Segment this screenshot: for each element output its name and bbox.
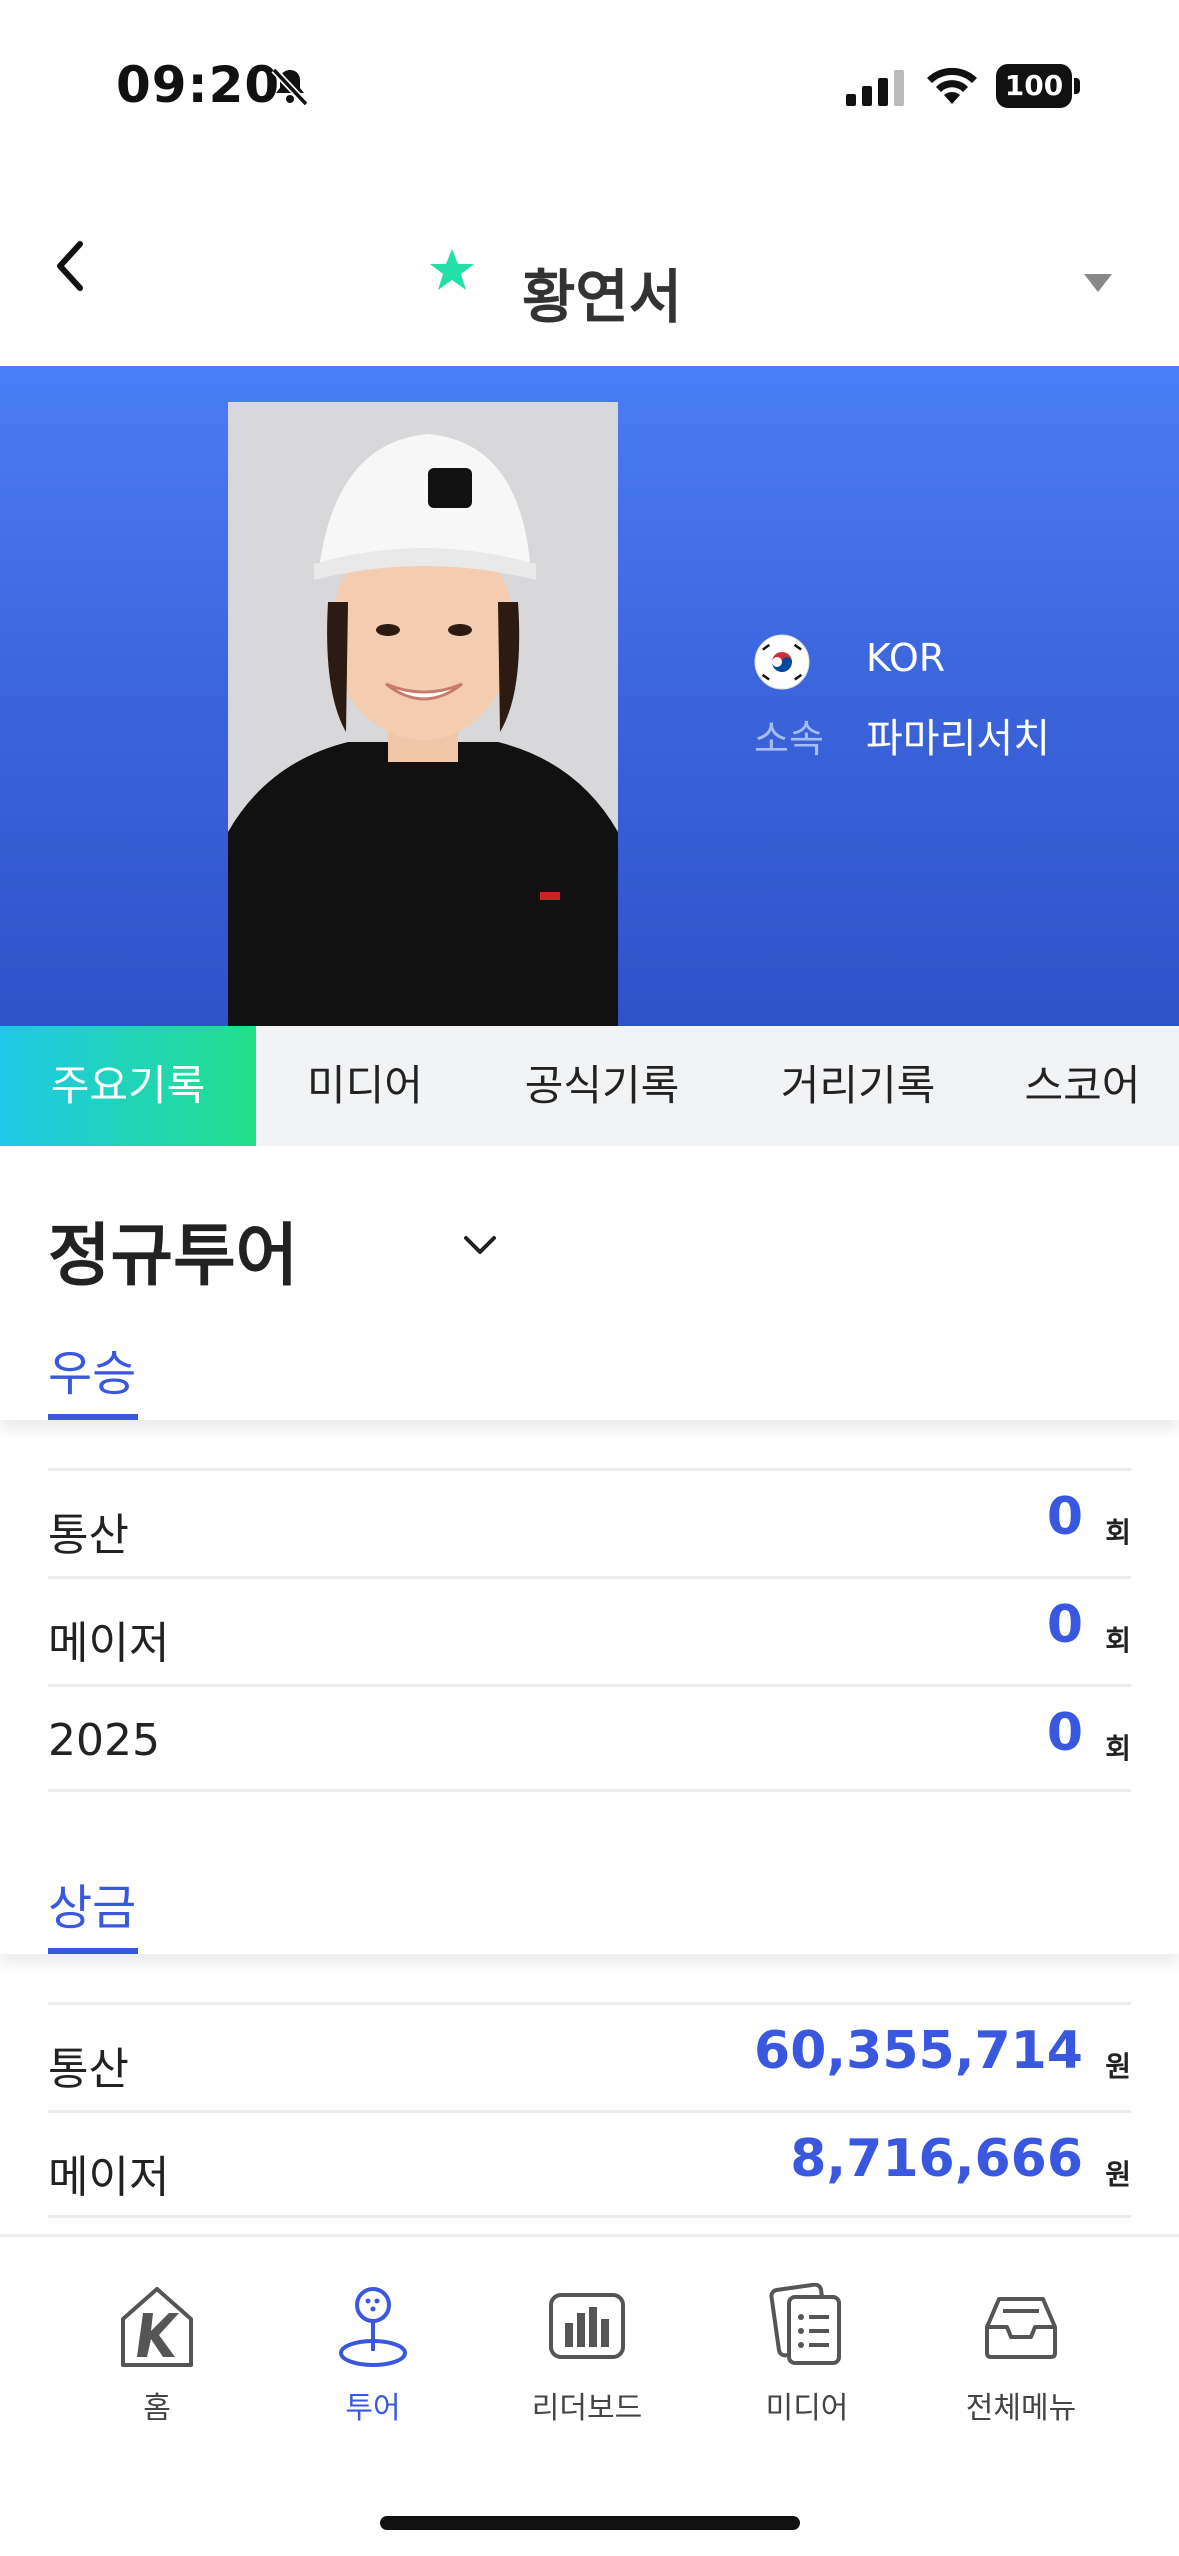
stat-label: 통산 (48, 2044, 129, 2095)
battery-level: 100 (996, 64, 1072, 108)
document-icon (769, 2283, 841, 2365)
stat-unit: 회 (1105, 1516, 1131, 1549)
tab-media[interactable]: 미디어 (256, 1026, 474, 1146)
stat-value: 0 (1046, 1595, 1083, 1655)
stat-unit: 원 (1105, 2158, 1131, 2191)
nav-label: 리더보드 (531, 2391, 643, 2426)
wins-row-major: 메이저 0 회 (48, 1576, 1131, 1684)
player-country: KOR (866, 636, 946, 680)
tour-select[interactable]: 정규투어 (48, 1200, 298, 1299)
status-bar: 09:20 100 (0, 0, 1179, 180)
tab-main-records[interactable]: 주요기록 (0, 1026, 256, 1146)
stat-value: 0 (1046, 1487, 1083, 1547)
chevron-down-icon[interactable] (462, 1234, 498, 1258)
player-name[interactable]: 황연서 (522, 250, 682, 334)
player-hero: KOR 소속 파마리서치 (0, 366, 1179, 1026)
golf-tee-icon (339, 2287, 407, 2367)
nav-tour[interactable]: 투어 (278, 2283, 468, 2433)
nav-label: 홈 (143, 2391, 171, 2426)
prize-row-career: 통산 60,355,714 원 (48, 2002, 1131, 2110)
tab-official-records[interactable]: 공식기록 (474, 1026, 730, 1146)
bell-muted-icon (271, 67, 309, 107)
stat-unit: 회 (1105, 1732, 1131, 1765)
affiliation-label: 소속 (754, 717, 824, 761)
tab-distance-records[interactable]: 거리기록 (730, 1026, 986, 1146)
nav-leaderboard[interactable]: 리더보드 (492, 2283, 682, 2433)
caret-down-icon[interactable] (1084, 274, 1112, 292)
stat-value: 60,355,714 (754, 2021, 1083, 2081)
wins-underline (48, 1414, 138, 1420)
home-icon (121, 2287, 193, 2367)
stat-value: 8,716,666 (790, 2129, 1083, 2189)
affiliation-value: 파마리서치 (866, 716, 1050, 762)
nav-media[interactable]: 미디어 (712, 2283, 902, 2433)
back-chevron-icon[interactable] (48, 236, 92, 296)
favorite-star-icon[interactable] (428, 246, 476, 294)
nav-label: 전체메뉴 (965, 2391, 1077, 2426)
player-photo-illustration (228, 402, 618, 1026)
battery-tip (1074, 78, 1080, 94)
stat-label: 메이저 (48, 1618, 170, 1669)
profile-tabs: 주요기록 미디어 공식기록 거리기록 스코어 (0, 1026, 1179, 1146)
stat-value: 0 (1046, 1703, 1083, 1763)
prize-title[interactable]: 상금 (48, 1868, 136, 1938)
wifi-icon (927, 67, 977, 104)
stat-label: 2025 (48, 1715, 160, 1766)
prize-section-header: 상금 (0, 1844, 1179, 1954)
tab-scores[interactable]: 스코어 (986, 1026, 1179, 1146)
bar-chart-icon (549, 2293, 625, 2359)
signal-icon (846, 70, 904, 106)
bottom-nav: 홈 투어 리더보드 미디어 전체메뉴 (0, 2234, 1179, 2556)
status-time: 09:20 (116, 56, 281, 114)
home-indicator[interactable] (380, 2516, 800, 2530)
nav-label: 투어 (345, 2391, 401, 2426)
wins-section-header: 우승 (0, 1310, 1179, 1420)
nav-all-menu[interactable]: 전체메뉴 (926, 2283, 1116, 2433)
prize-row-major: 메이저 8,716,666 원 (48, 2110, 1131, 2218)
stat-label: 통산 (48, 1510, 129, 1561)
stat-unit: 원 (1105, 2050, 1131, 2083)
wins-row-season: 2025 0 회 (48, 1684, 1131, 1792)
player-photo (228, 402, 618, 1026)
stat-unit: 회 (1105, 1624, 1131, 1657)
battery-indicator: 100 (996, 64, 1080, 108)
nav-home[interactable]: 홈 (62, 2283, 252, 2433)
stat-label: 메이저 (48, 2152, 170, 2203)
wins-title[interactable]: 우승 (48, 1334, 136, 1404)
inbox-tray-icon (985, 2297, 1057, 2359)
prize-underline (48, 1948, 138, 1954)
player-header: 황연서 (0, 200, 1179, 366)
wins-row-career: 통산 0 회 (48, 1468, 1131, 1576)
korea-flag-icon (754, 634, 810, 690)
nav-label: 미디어 (765, 2391, 849, 2426)
